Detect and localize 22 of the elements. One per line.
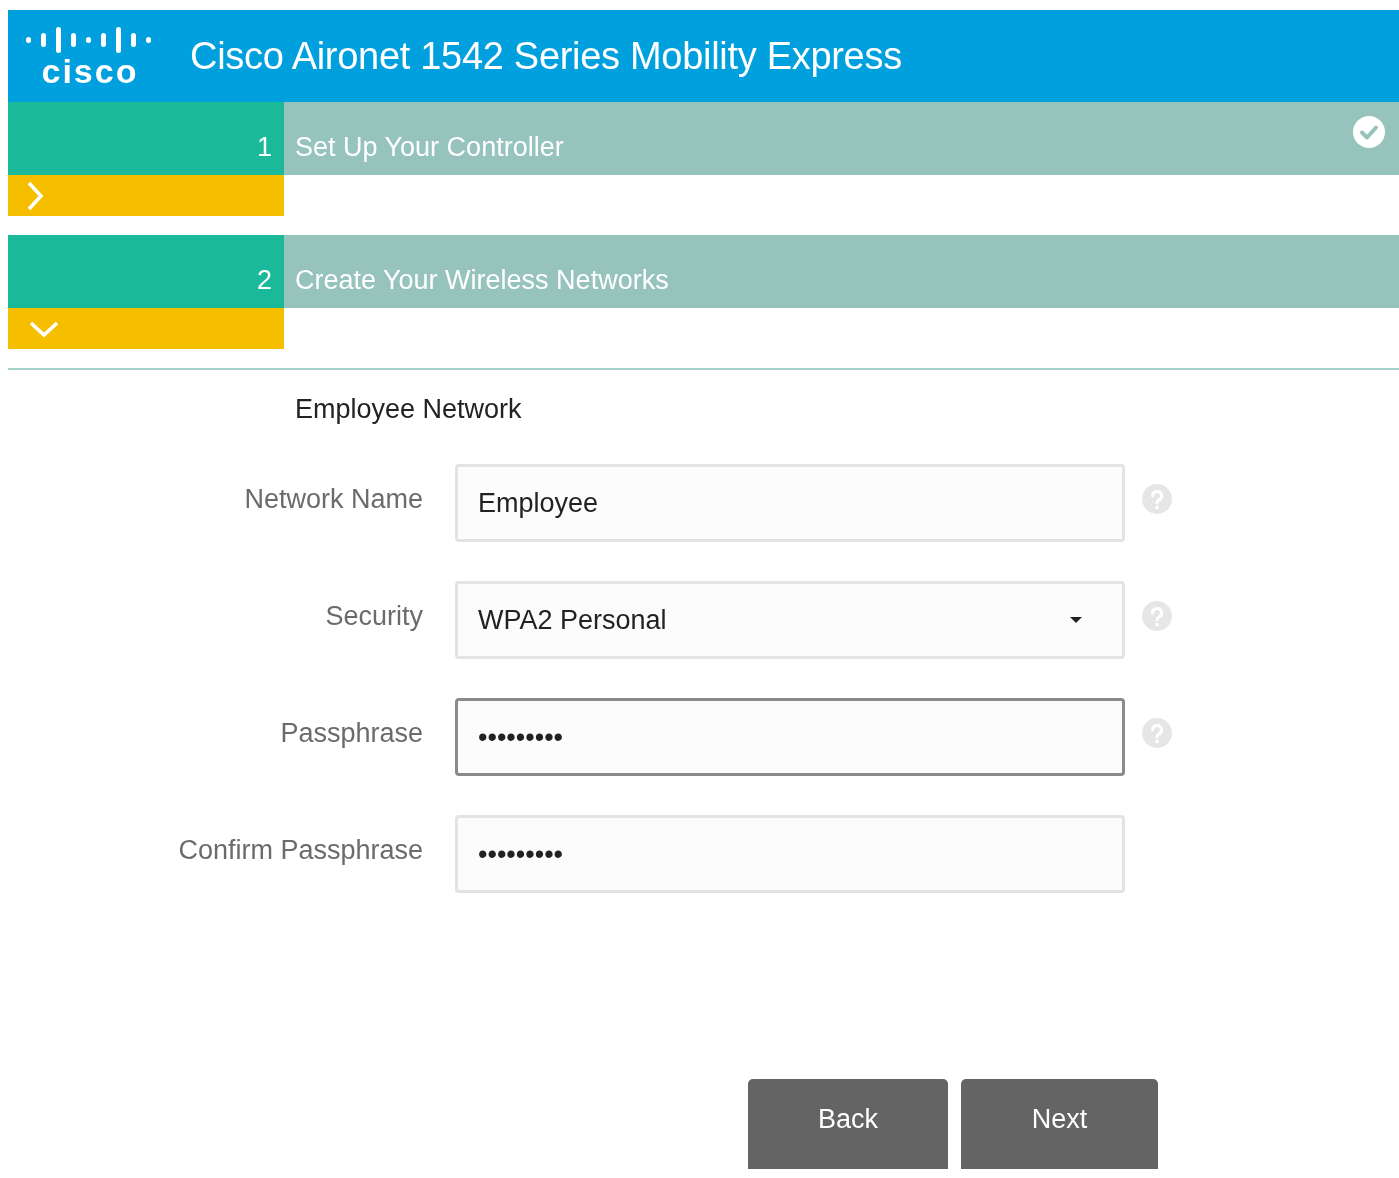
field-label: Security: [324, 600, 424, 632]
step-title: Create Your Wireless Networks: [294, 264, 669, 296]
field-label: Confirm Passphrase: [177, 834, 424, 866]
step-number: 1: [8, 102, 284, 175]
section-heading: Employee Network: [295, 394, 523, 425]
nav-button[interactable]: Next: [961, 1079, 1158, 1169]
field-label: Network Name: [243, 483, 424, 515]
logo-text: cisco: [41, 54, 139, 88]
step-toggle[interactable]: [8, 308, 284, 349]
app-title: Cisco Aironet 1542 Series Mobility Express: [190, 34, 902, 78]
field-label: Passphrase: [279, 717, 424, 749]
input-field[interactable]: Employee: [455, 464, 1125, 542]
input-field[interactable]: •••••••••: [455, 698, 1125, 776]
chevron-down-icon: [28, 319, 60, 338]
dropdown[interactable]: WPA2 Personal: [455, 581, 1125, 659]
step-toggle[interactable]: [8, 175, 284, 216]
chevron-right-icon: [26, 179, 44, 212]
input-field[interactable]: •••••••••: [455, 815, 1125, 893]
step-number: 2: [8, 235, 284, 308]
caret-icon: [1070, 617, 1082, 623]
step-title: Set Up Your Controller: [294, 131, 564, 163]
nav-button[interactable]: Back: [748, 1079, 948, 1169]
